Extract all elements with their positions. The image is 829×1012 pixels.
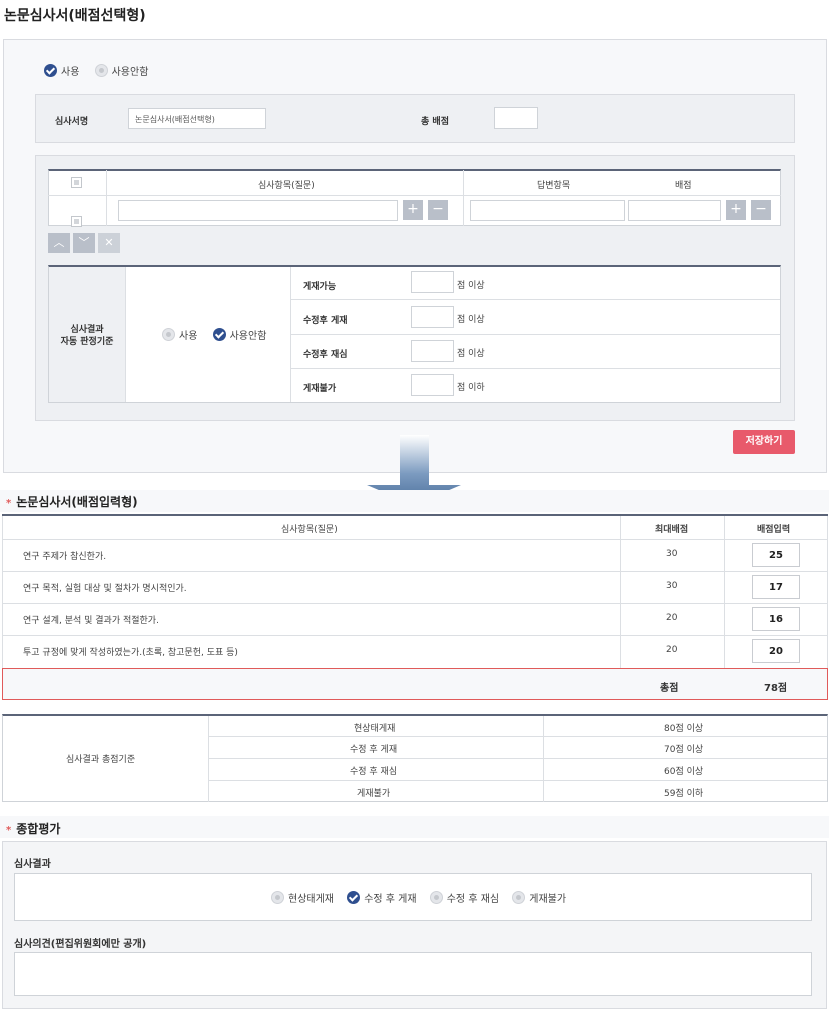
question-text: 연구 목적, 실험 대상 및 절차가 명시적인가. <box>23 584 187 594</box>
move-up-button[interactable]: ︿ <box>48 233 70 253</box>
total-row <box>2 668 828 700</box>
result-radio-group: 현상태게재 수정 후 게재 수정 후 재심 게재불가 <box>271 890 578 905</box>
radio-icon[interactable] <box>512 891 526 904</box>
score-input[interactable] <box>628 200 721 221</box>
name-input[interactable]: 논문심사서(배점선택형) <box>128 108 266 129</box>
max-score: 30 <box>666 549 678 559</box>
col-input: 배점입력 <box>757 525 791 535</box>
score-input[interactable]: 17 <box>752 575 800 599</box>
score-input[interactable]: 20 <box>752 639 800 663</box>
radio-icon[interactable] <box>162 328 175 341</box>
col-question: 심사항목(질문) <box>281 525 338 535</box>
total-score-label: 총 배점 <box>421 117 449 127</box>
usage-radio-group: 사용 사용안함 <box>44 63 160 78</box>
question-text: 연구 설계, 분석 및 결과가 적절한가. <box>23 616 159 626</box>
name-label: 심사서명 <box>55 117 89 127</box>
check-icon[interactable] <box>347 891 361 904</box>
auto-judge-label: 심사결과 자동 판정기준 <box>60 325 114 347</box>
judge-suffix: 점 이상 <box>457 349 485 359</box>
criteria-name: 현상태게재 <box>354 724 396 734</box>
unuse-option-label[interactable]: 사용안함 <box>112 67 149 78</box>
judge-suffix: 점 이하 <box>457 383 485 393</box>
judge-label: 게재가능 <box>303 282 337 292</box>
opinion-textarea[interactable] <box>14 952 812 996</box>
col-answer: 답변항목 <box>537 181 571 191</box>
add-answer-button[interactable]: + <box>726 200 746 220</box>
total-label: 총점 <box>660 683 679 694</box>
row-checkbox[interactable] <box>71 216 82 227</box>
input-section-title: * 논문심사서(배점입력형) <box>6 495 138 509</box>
col-score: 배점 <box>675 181 692 191</box>
score-input[interactable]: 25 <box>752 543 800 567</box>
judge-input[interactable] <box>411 306 454 328</box>
question-input[interactable] <box>118 200 398 221</box>
col-max: 최대배점 <box>655 525 689 535</box>
max-score: 30 <box>666 581 678 591</box>
criteria-value: 59점 이하 <box>664 789 704 799</box>
select-all-checkbox[interactable] <box>71 177 82 188</box>
criteria-value: 70점 이상 <box>664 745 704 755</box>
radio-icon[interactable] <box>429 891 443 904</box>
add-question-button[interactable]: + <box>403 200 423 220</box>
criteria-value: 60점 이상 <box>664 767 704 777</box>
total-value: 78점 <box>764 683 788 694</box>
total-score-input[interactable] <box>494 107 538 129</box>
radio-icon[interactable] <box>94 64 108 77</box>
answer-input[interactable] <box>470 200 625 221</box>
remove-answer-button[interactable]: − <box>751 200 771 220</box>
question-text: 투고 규정에 맞게 작성하였는가.(초록, 참고문헌, 도표 등) <box>23 648 238 658</box>
opinion-label: 심사의견(편집위원회에만 공개) <box>14 939 147 950</box>
auto-judge-radio-group: 사용 사용안함 <box>162 327 278 342</box>
criteria-value: 80점 이상 <box>664 724 704 734</box>
judge-input[interactable] <box>411 271 454 293</box>
save-button[interactable]: 저장하기 <box>733 430 795 454</box>
remove-question-button[interactable]: − <box>428 200 448 220</box>
judge-input[interactable] <box>411 374 454 396</box>
move-down-button[interactable]: ﹀ <box>73 233 95 253</box>
judge-label: 수정후 재심 <box>303 350 348 360</box>
col-question: 심사항목(질문) <box>258 181 315 191</box>
judge-label: 수정후 게재 <box>303 316 348 326</box>
criteria-name: 수정 후 게재 <box>350 745 398 755</box>
judge-label: 게재불가 <box>303 384 337 394</box>
max-score: 20 <box>666 645 678 655</box>
check-icon[interactable] <box>44 64 57 77</box>
criteria-label: 심사결과 총점기준 <box>66 755 136 765</box>
overall-section-title: * 종합평가 <box>6 822 61 836</box>
question-text: 연구 주제가 참신한가. <box>23 552 107 562</box>
judge-suffix: 점 이상 <box>457 315 485 325</box>
page-title: 논문심사서(배점선택형) <box>4 8 146 24</box>
criteria-name: 수정 후 재심 <box>350 767 398 777</box>
criteria-name: 게재불가 <box>357 789 391 799</box>
radio-icon[interactable] <box>271 891 284 904</box>
judge-input[interactable] <box>411 340 454 362</box>
delete-icon[interactable]: ✕ <box>98 233 120 253</box>
judge-suffix: 점 이상 <box>457 281 485 291</box>
use-option-label[interactable]: 사용 <box>61 67 79 78</box>
max-score: 20 <box>666 613 678 623</box>
check-icon[interactable] <box>212 328 226 341</box>
score-input[interactable]: 16 <box>752 607 800 631</box>
result-label: 심사결과 <box>14 859 51 870</box>
